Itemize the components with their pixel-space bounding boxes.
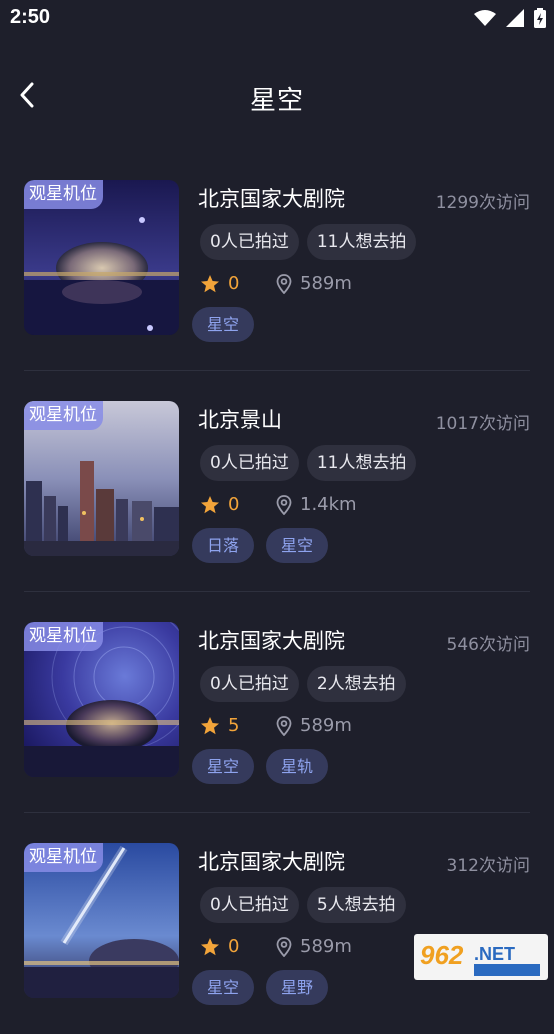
shot-count-pill: 0人已拍过 [200, 224, 299, 260]
rating-value: 0 [228, 494, 239, 515]
rating: 0 [200, 494, 239, 515]
spot-thumbnail[interactable]: 观星机位 [24, 401, 179, 556]
svg-text:.NET: .NET [474, 944, 515, 964]
spot-card[interactable]: 观星机位 北京国家大剧院 546次访问 0人已拍过 2人想去拍 5 589m 星… [0, 592, 554, 813]
location-pin-icon [276, 274, 292, 294]
location-pin-icon [276, 716, 292, 736]
tag[interactable]: 日落 [192, 528, 254, 563]
tag[interactable]: 星野 [266, 970, 328, 1005]
visit-count: 1299次访问 [436, 188, 530, 213]
visit-count: 546次访问 [447, 630, 530, 655]
want-count-pill: 11人想去拍 [307, 224, 417, 260]
spot-list: 观星机位 北京国家大剧院 1299次访问 0人已拍过 11人想去拍 0 589m… [0, 150, 554, 1034]
svg-text:962: 962 [420, 940, 464, 970]
spot-card[interactable]: 观星机位 北京国家大剧院 1299次访问 0人已拍过 11人想去拍 0 589m… [0, 150, 554, 371]
battery-icon [534, 8, 546, 28]
tag[interactable]: 星空 [192, 749, 254, 784]
distance: 589m [276, 936, 352, 957]
status-icons [474, 8, 546, 28]
status-time: 2:50 [10, 6, 50, 29]
spot-name[interactable]: 北京国家大剧院 [198, 625, 345, 655]
shot-count-pill: 0人已拍过 [200, 666, 299, 702]
spot-thumbnail[interactable]: 观星机位 [24, 843, 179, 998]
visit-count: 1017次访问 [436, 409, 530, 434]
distance-value: 589m [300, 936, 352, 957]
rating-value: 5 [228, 715, 239, 736]
location-pin-icon [276, 937, 292, 957]
rating: 0 [200, 273, 239, 294]
distance: 1.4km [276, 494, 357, 515]
spot-badge: 观星机位 [24, 843, 103, 872]
shot-count-pill: 0人已拍过 [200, 887, 299, 923]
watermark-logo: 962 .NET [416, 936, 546, 978]
spot-thumbnail[interactable]: 观星机位 [24, 622, 179, 777]
wifi-icon [474, 9, 496, 27]
visit-count: 312次访问 [447, 851, 530, 876]
tag[interactable]: 星空 [192, 970, 254, 1005]
rating: 0 [200, 936, 239, 957]
spot-name[interactable]: 北京国家大剧院 [198, 183, 345, 213]
shot-count-pill: 0人已拍过 [200, 445, 299, 481]
rating-value: 0 [228, 273, 239, 294]
spot-badge: 观星机位 [24, 622, 103, 651]
tag[interactable]: 星空 [266, 528, 328, 563]
distance: 589m [276, 715, 352, 736]
distance-value: 589m [300, 715, 352, 736]
spot-name[interactable]: 北京国家大剧院 [198, 846, 345, 876]
want-count-pill: 2人想去拍 [307, 666, 406, 702]
star-icon [200, 716, 220, 736]
distance: 589m [276, 273, 352, 294]
spot-badge: 观星机位 [24, 180, 103, 209]
want-count-pill: 11人想去拍 [307, 445, 417, 481]
distance-value: 589m [300, 273, 352, 294]
tag[interactable]: 星空 [192, 307, 254, 342]
signal-icon [506, 9, 524, 27]
star-icon [200, 937, 220, 957]
spot-card[interactable]: 观星机位 北京景山 1017次访问 0人已拍过 11人想去拍 0 1.4km 日… [0, 371, 554, 592]
spot-name[interactable]: 北京景山 [198, 404, 282, 434]
star-icon [200, 274, 220, 294]
header: 星空 [0, 60, 554, 132]
distance-value: 1.4km [300, 494, 357, 515]
rating: 5 [200, 715, 239, 736]
star-icon [200, 495, 220, 515]
status-bar: 2:50 [0, 0, 554, 38]
page-title: 星空 [0, 80, 554, 117]
spot-badge: 观星机位 [24, 401, 103, 430]
want-count-pill: 5人想去拍 [307, 887, 406, 923]
site-watermark: 962 .NET [414, 934, 548, 980]
spot-thumbnail[interactable]: 观星机位 [24, 180, 179, 335]
location-pin-icon [276, 495, 292, 515]
tag[interactable]: 星轨 [266, 749, 328, 784]
spot-card[interactable]: 观星机位 北京国家大剧院 312次访问 0人已拍过 5人想去拍 0 589m 星… [0, 813, 554, 1034]
rating-value: 0 [228, 936, 239, 957]
